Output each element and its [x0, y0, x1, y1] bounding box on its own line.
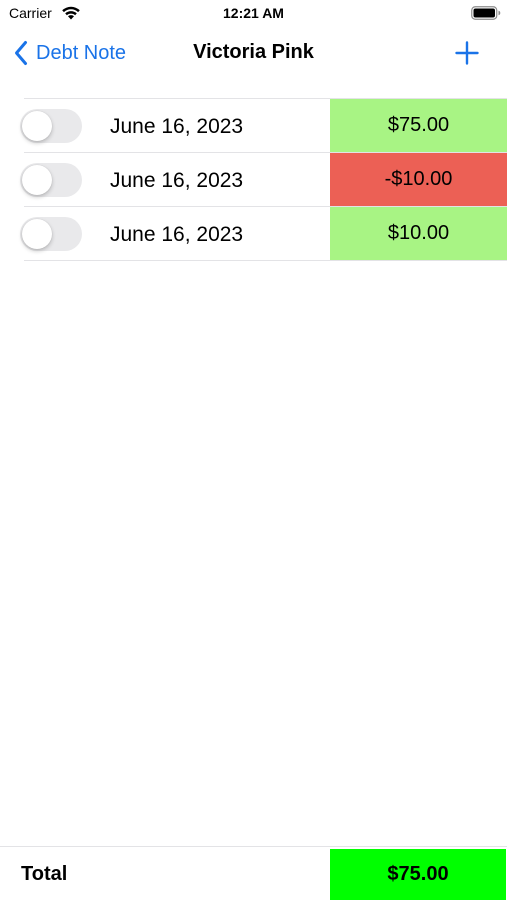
- toggle-knob: [22, 219, 52, 249]
- battery-icon: [471, 6, 501, 20]
- entry-amount: -$10.00: [330, 153, 507, 206]
- total-value: $75.00: [330, 849, 506, 900]
- toggle-knob: [22, 111, 52, 141]
- entry-amount: $75.00: [330, 99, 507, 152]
- entry-amount: $10.00: [330, 207, 507, 260]
- paid-toggle[interactable]: [20, 109, 82, 143]
- total-bar: Total $75.00: [0, 846, 507, 901]
- debt-entries-list: June 16, 2023 $75.00 June 16, 2023 -$10.…: [0, 98, 507, 261]
- toggle-knob: [22, 165, 52, 195]
- page-title: Victoria Pink: [193, 41, 314, 63]
- list-item[interactable]: June 16, 2023 $10.00: [20, 206, 507, 261]
- list-item[interactable]: June 16, 2023 $75.00: [20, 98, 507, 152]
- list-item[interactable]: June 16, 2023 -$10.00: [20, 152, 507, 206]
- entry-date: June 16, 2023: [110, 223, 244, 246]
- paid-toggle[interactable]: [20, 163, 82, 197]
- total-label: Total: [21, 863, 68, 885]
- plus-icon[interactable]: [455, 41, 479, 65]
- status-time: 12:21 AM: [223, 5, 284, 21]
- entry-date: June 16, 2023: [110, 115, 244, 138]
- paid-toggle[interactable]: [20, 217, 82, 251]
- navigation-bar: Debt Note Victoria Pink: [0, 28, 507, 78]
- entry-date: June 16, 2023: [110, 169, 244, 192]
- status-bar: Carrier 12:21 AM: [0, 0, 507, 28]
